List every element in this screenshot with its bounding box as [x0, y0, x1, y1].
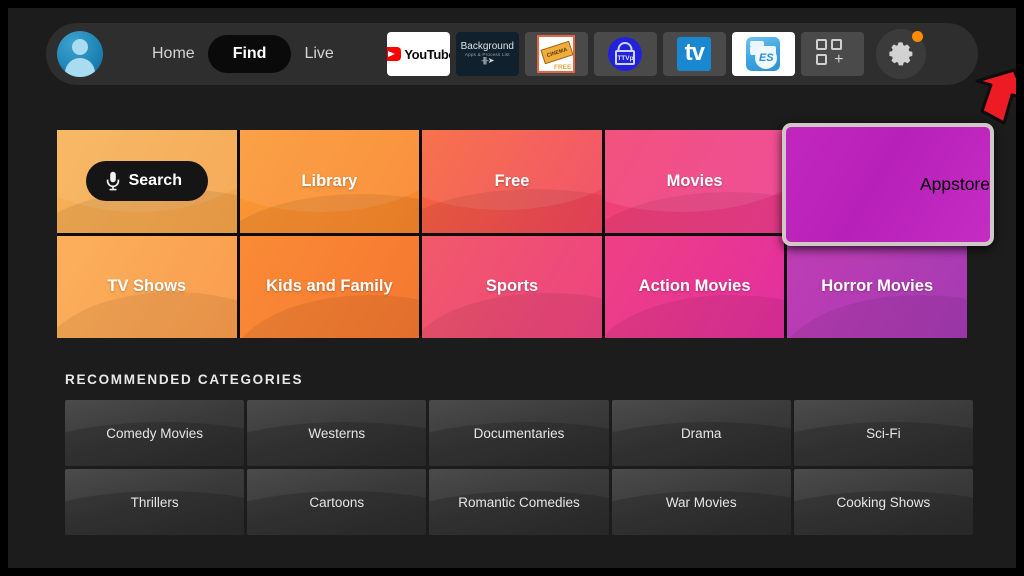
- tile-sports[interactable]: Sports: [422, 235, 602, 338]
- tile-label: Movies: [666, 171, 723, 190]
- rec-tile-label: Sci-Fi: [866, 425, 901, 441]
- rec-tile-cooking-shows[interactable]: Cooking Shows: [793, 469, 973, 535]
- rec-tile-label: Cooking Shows: [836, 494, 931, 510]
- tile-label: TV Shows: [107, 277, 187, 296]
- settings-gear-icon[interactable]: [875, 29, 926, 79]
- rec-tile-label: War Movies: [665, 494, 737, 510]
- tile-tv-shows[interactable]: TV Shows: [57, 235, 237, 338]
- settings-notification-badge: [911, 31, 923, 42]
- avatar-head: [72, 39, 88, 55]
- nav-item-home[interactable]: Home: [139, 35, 208, 73]
- microphone-icon: [106, 172, 119, 191]
- nav-item-live[interactable]: Live: [291, 35, 346, 73]
- profile-avatar[interactable]: [57, 31, 103, 77]
- tile-label: Sports: [485, 277, 539, 296]
- tv-wordmark: tv: [677, 37, 712, 71]
- tile-label: Appstore: [919, 174, 990, 194]
- tile-search[interactable]: Search: [57, 130, 237, 233]
- youtube-wordmark: YouTube: [404, 46, 449, 62]
- recommended-categories-grid: Comedy Movies Westerns Documentaries Dra…: [65, 400, 973, 535]
- rec-tile-war-movies[interactable]: War Movies: [611, 469, 791, 535]
- rec-tile-label: Westerns: [308, 425, 366, 441]
- rec-tile-romantic-comedies[interactable]: Romantic Comedies: [429, 469, 609, 535]
- gear-glyph: [889, 42, 913, 66]
- rec-tile-cartoons[interactable]: Cartoons: [247, 469, 427, 535]
- youtube-play-icon: [386, 47, 402, 61]
- search-button-label: Search: [128, 172, 182, 190]
- ttvp-label: TTVp: [615, 50, 636, 65]
- tile-movies[interactable]: Movies: [604, 130, 785, 233]
- apps-grid-add-icon[interactable]: +: [800, 32, 864, 76]
- tile-appstore-focused[interactable]: Appstore: [782, 123, 994, 246]
- tile-library[interactable]: Library: [239, 130, 420, 233]
- background-app-pulse-glyph: -|||-➤: [481, 56, 494, 66]
- rec-tile-label: Romantic Comedies: [458, 494, 580, 510]
- rec-tile-sci-fi[interactable]: Sci-Fi: [793, 400, 973, 466]
- rec-tile-label: Drama: [680, 425, 722, 441]
- youtube-app-icon[interactable]: YouTube: [386, 32, 450, 76]
- rec-tile-drama[interactable]: Drama: [611, 400, 791, 466]
- tile-horror-movies[interactable]: Horror Movies: [787, 235, 967, 338]
- rec-tile-thrillers[interactable]: Thrillers: [65, 469, 245, 535]
- cinema-free-label: FREE: [553, 64, 572, 71]
- es-file-explorer-icon[interactable]: ES: [731, 32, 795, 76]
- tile-action-movies[interactable]: Action Movies: [604, 235, 785, 338]
- tile-label: Free: [494, 171, 530, 190]
- add-plus-icon: +: [834, 51, 844, 68]
- tile-label: Action Movies: [638, 277, 751, 296]
- ttvp-app-icon[interactable]: TTVp: [593, 32, 657, 76]
- rec-tile-label: Cartoons: [309, 494, 365, 510]
- grid-square-2: [831, 39, 843, 50]
- background-apps-process-list-icon[interactable]: Background Apps & Process List -|||-➤: [455, 32, 519, 76]
- rec-tile-label: Comedy Movies: [106, 425, 203, 441]
- tile-label: Kids and Family: [266, 277, 393, 296]
- tile-kids-and-family[interactable]: Kids and Family: [239, 235, 420, 338]
- rec-tile-documentaries[interactable]: Documentaries: [429, 400, 609, 466]
- cinema-ticket-icon: CINEMA: [540, 40, 574, 65]
- grid-square-3: [816, 54, 828, 65]
- rec-tile-label: Documentaries: [473, 425, 565, 441]
- tv-app-icon[interactable]: tv: [662, 32, 726, 76]
- top-navigation-bar: Home Find Live YouTube Background Apps &…: [46, 23, 978, 85]
- nav-item-find[interactable]: Find: [207, 35, 292, 73]
- rec-tile-comedy-movies[interactable]: Comedy Movies: [65, 400, 245, 466]
- tv-home-screen: Home Find Live YouTube Background Apps &…: [8, 8, 1016, 568]
- rec-tile-westerns[interactable]: Westerns: [247, 400, 427, 466]
- app-shortcut-row: YouTube Background Apps & Process List -…: [386, 29, 926, 79]
- tile-label: Horror Movies: [821, 277, 934, 296]
- recommended-categories-heading: RECOMMENDED CATEGORIES: [65, 372, 304, 387]
- tile-free[interactable]: Free: [422, 130, 602, 233]
- red-arrow-annotation: [975, 68, 1016, 125]
- cinema-free-app-icon[interactable]: CINEMA FREE: [524, 32, 588, 76]
- grid-square-1: [816, 39, 828, 50]
- avatar-body: [65, 58, 95, 77]
- rec-tile-label: Thrillers: [130, 494, 179, 510]
- tile-label: Library: [301, 171, 358, 190]
